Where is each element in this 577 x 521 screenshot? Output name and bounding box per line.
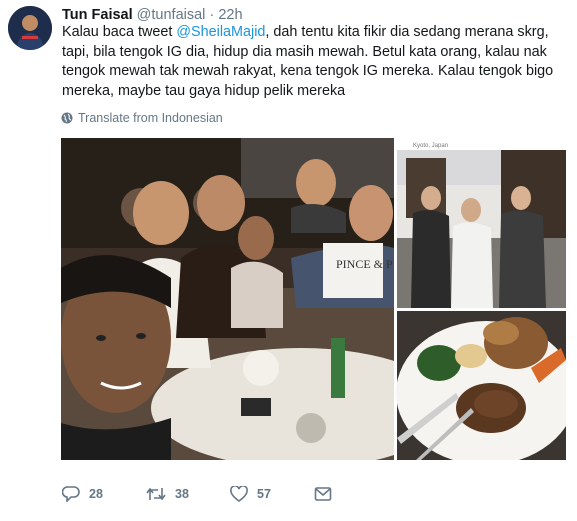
tweet-media[interactable]: PINCE & P Kyoto, Japan <box>61 138 566 460</box>
like-count: 57 <box>257 487 271 501</box>
retweet-count: 38 <box>175 487 189 501</box>
mention-link[interactable]: @SheilaMajid <box>176 24 265 40</box>
translate-link[interactable]: Translate from Indonesian <box>61 111 223 125</box>
food-photo[interactable] <box>396 311 566 460</box>
tweet-actions: 28 38 57 <box>62 486 542 502</box>
reply-button[interactable]: 28 <box>62 486 146 502</box>
globe-icon <box>61 112 73 124</box>
tweet-header: Tun Faisal @tunfaisal · 22h <box>62 6 243 24</box>
tweet-text: Kalau baca tweet @SheilaMajid, dah tentu… <box>62 23 567 101</box>
reply-count: 28 <box>89 487 103 501</box>
retweet-icon <box>146 487 166 501</box>
like-button[interactable]: 57 <box>230 486 314 502</box>
dm-icon <box>314 487 332 501</box>
time-separator: · <box>209 7 215 23</box>
author-handle[interactable]: @tunfaisal <box>137 7 206 23</box>
tweet-timestamp[interactable]: 22h <box>218 7 242 23</box>
author-avatar[interactable] <box>8 6 52 50</box>
tweet-text-part1: Kalau baca tweet <box>62 24 177 40</box>
street-photo[interactable]: Kyoto, Japan <box>397 138 566 308</box>
restaurant-photo[interactable]: PINCE & P <box>61 138 451 460</box>
restaurant-sign-text: PINCE & P <box>336 257 393 271</box>
translate-label: Translate from Indonesian <box>78 111 223 125</box>
direct-message-button[interactable] <box>314 486 398 502</box>
author-name[interactable]: Tun Faisal <box>62 7 133 23</box>
reply-icon <box>62 486 80 502</box>
retweet-button[interactable]: 38 <box>146 486 230 502</box>
like-icon <box>230 486 248 502</box>
street-photo-location: Kyoto, Japan <box>413 143 448 149</box>
